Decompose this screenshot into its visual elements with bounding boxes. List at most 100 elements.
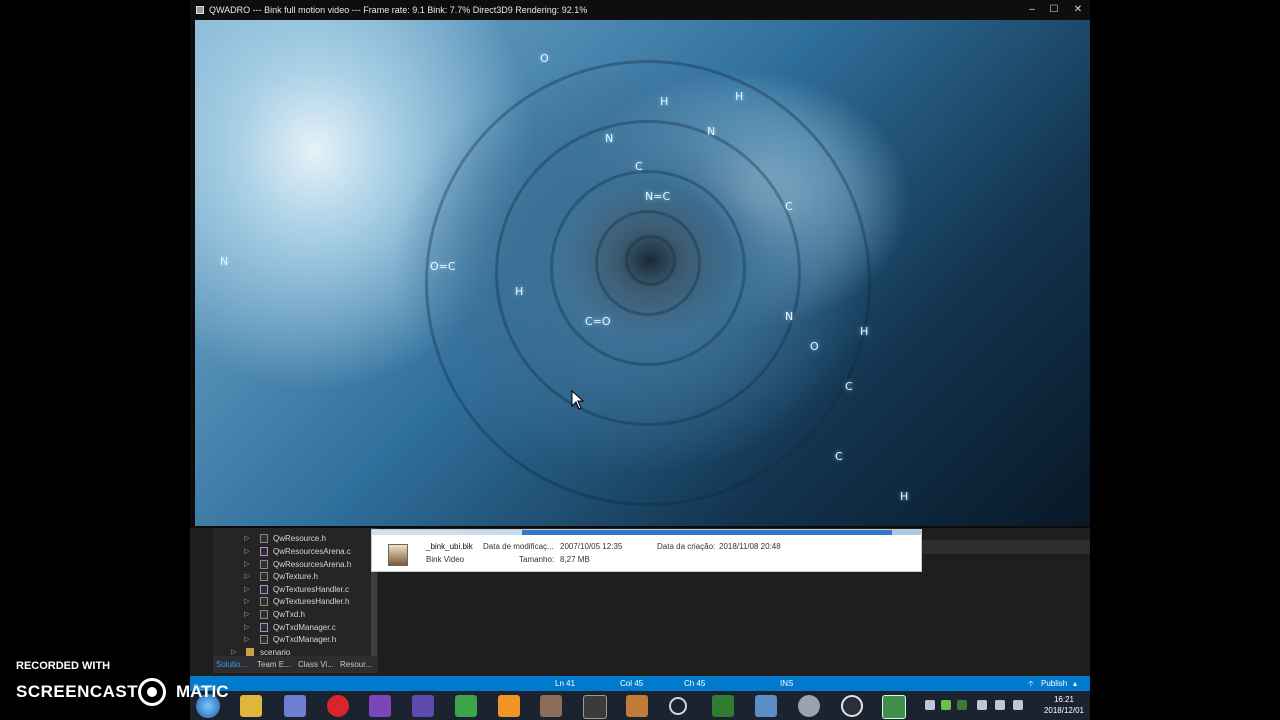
app-orange-icon[interactable] [498,695,520,717]
molecule-label: C [785,200,793,213]
mouse-cursor-icon [571,390,585,410]
screencast-logo-icon [138,678,166,706]
tree-item[interactable]: ▷ QwTxd.h [213,608,378,621]
molecule-label: H [900,490,909,503]
tree-item-label: QwResource.h [273,534,326,543]
status-line: Ln 41 [555,679,576,688]
tunnel-ring [625,235,676,286]
header-file-icon [260,635,268,644]
molecule-label: N [707,125,716,138]
file-type: Bink Video [426,555,465,564]
excel-icon[interactable] [712,695,734,717]
tree-item[interactable]: ▷ QwTexture.h [213,570,378,583]
tray-keyboard-icon[interactable] [1013,700,1023,710]
modified-value: 2007/10/05 12:35 [560,542,623,551]
molecule-label: C=O [585,315,611,328]
publish-button[interactable]: Publish [1041,676,1067,691]
photo-icon[interactable] [540,695,562,717]
molecule-label: H [660,95,669,108]
tab-team-explorer[interactable]: Team E... [257,656,291,673]
header-file-icon [260,572,268,581]
c-file-icon [260,547,268,556]
tree-item[interactable]: ▷ QwResource.h [213,532,378,545]
taskbar-clock[interactable]: 16:21 2018/12/01 [1044,694,1084,716]
cube-icon[interactable] [626,695,648,717]
opera-icon[interactable] [327,695,349,717]
tray-app-icon[interactable] [941,700,951,710]
tab-resource-view[interactable]: Resour... [340,656,372,673]
molecule-label: H [860,325,869,338]
publish-up-icon[interactable]: 🡡 [1028,676,1034,691]
volume-icon[interactable] [977,700,987,710]
tree-item[interactable]: ▷ QwTxdManager.h [213,633,378,646]
molecule-label: H [735,90,744,103]
visual-studio-icon[interactable] [369,695,391,717]
clock-date: 2018/12/01 [1043,706,1084,715]
tree-item[interactable]: ▷ QwTexturesHandler.h [213,595,378,608]
video-titlebar[interactable]: QWADRO --- Bink full motion video --- Fr… [190,0,1090,20]
discord-icon[interactable] [284,695,306,717]
expand-arrow-icon[interactable]: ▷ [244,545,250,558]
obs-icon[interactable] [841,695,863,717]
tab-class-view[interactable]: Class Vi... [298,656,334,673]
tree-item-label: QwTexture.h [273,572,318,581]
molecule-label: O [810,340,819,353]
modified-label: Data de modificaç... [483,542,554,551]
c-file-icon [260,585,268,594]
desktop-screen: QWADRO --- Bink full motion video --- Fr… [190,0,1090,720]
tree-item-label: QwTxd.h [273,610,306,619]
close-button[interactable]: ✕ [1067,0,1089,20]
header-file-icon [260,597,268,606]
network-icon[interactable] [995,700,1005,710]
created-value: 2018/11/08 20:48 [719,542,781,551]
brand-right-text: MATIC [176,682,229,701]
window-title: QWADRO --- Bink full motion video --- Fr… [209,5,588,15]
tab-solution-explorer[interactable]: Solutio... [216,656,247,673]
brand-left-text: SCREENCAST [16,682,139,701]
panel-tab-strip: Solutio... Team E... Class Vi... Resour.… [213,656,378,673]
status-column: Col 45 [620,679,644,688]
size-value: 8,27 MB [560,555,590,564]
visual-studio-alt-icon[interactable] [412,695,434,717]
app-green-icon[interactable] [882,695,906,719]
expand-arrow-icon[interactable]: ▷ [244,608,250,621]
windows-store-icon[interactable] [455,695,477,717]
video-frame[interactable]: O N H C O=C N=C C=O H N C H O N H C H C … [195,20,1090,526]
expand-arrow-icon[interactable]: ▷ [244,570,250,583]
c-file-icon [260,623,268,632]
clock-time: 16:21 [1053,695,1074,704]
windows-taskbar: 16:21 2018/12/01 [190,691,1090,720]
tray-shield-icon[interactable] [957,700,967,710]
header-file-icon [260,610,268,619]
header-file-icon [260,560,268,569]
video-player-window[interactable]: QWADRO --- Bink full motion video --- Fr… [190,0,1090,528]
video-file-icon [388,544,408,566]
maximize-button[interactable]: ☐ [1043,0,1065,20]
image-viewer-icon[interactable] [755,695,777,717]
app-icon [196,6,204,14]
header-file-icon [260,534,268,543]
ide-status-bar: Ready Ln 41 Col 45 Ch 45 INS 🡡 Publish ▴ [190,676,1090,692]
expand-arrow-icon[interactable]: ▷ [244,532,250,545]
expand-arrow-icon[interactable]: ▷ [244,595,250,608]
tree-item-label: QwTxdManager.h [273,635,337,644]
minimize-button[interactable]: ‒ [1021,0,1043,20]
molecule-label: N [220,255,229,268]
search-icon[interactable] [669,697,687,715]
chevron-up-icon[interactable]: ▴ [1073,676,1077,691]
recorded-with-label: RECORDED WITH [16,660,111,672]
terminal-icon[interactable] [583,695,607,719]
solution-explorer[interactable]: ▷ QwResource.h ▷ QwResourcesArena.c ▷ Qw… [213,528,378,673]
created-label: Data da criação: [657,542,716,551]
molecule-label: C [835,450,843,463]
molecule-label: C [635,160,643,173]
tray-discord-icon[interactable] [925,700,935,710]
explorer-icon[interactable] [240,695,262,717]
tree-item[interactable]: ▷ QwResourcesArena.c [213,545,378,558]
file-name: _bink_ubi.bik [426,542,473,551]
expand-arrow-icon[interactable]: ▷ [244,633,250,646]
molecule-label: N [785,310,794,323]
media-icon[interactable] [798,695,820,717]
molecule-label: N [605,132,614,145]
status-char: Ch 45 [684,679,706,688]
